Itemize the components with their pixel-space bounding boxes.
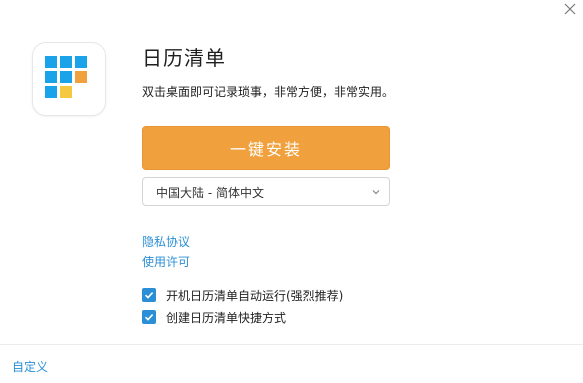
app-description: 双击桌面即可记录琐事，非常方便，非常实用。	[142, 85, 395, 99]
chevron-down-icon	[372, 190, 380, 195]
checkmark-icon	[144, 314, 154, 321]
app-title: 日历清单	[142, 46, 226, 70]
shortcut-option: 创建日历清单快捷方式	[142, 309, 286, 325]
checkmark-icon	[144, 292, 154, 299]
footer-divider	[0, 344, 583, 345]
privacy-link[interactable]: 隐私协议	[142, 233, 190, 250]
autostart-label[interactable]: 开机日历清单自动运行(强烈推荐)	[166, 287, 343, 304]
license-link[interactable]: 使用许可	[142, 253, 190, 270]
region-language-select[interactable]: 中国大陆 - 简体中文	[142, 177, 390, 206]
region-language-value: 中国大陆 - 简体中文	[156, 186, 264, 200]
shortcut-checkbox[interactable]	[142, 310, 156, 324]
close-button[interactable]	[559, 0, 581, 18]
customize-link[interactable]: 自定义	[12, 358, 48, 375]
shortcut-label[interactable]: 创建日历清单快捷方式	[166, 309, 286, 326]
install-button[interactable]: 一键安装	[142, 126, 390, 170]
autostart-option: 开机日历清单自动运行(强烈推荐)	[142, 287, 343, 303]
calendar-grid-icon	[45, 56, 87, 98]
close-icon	[564, 3, 576, 15]
app-icon	[32, 42, 106, 116]
autostart-checkbox[interactable]	[142, 288, 156, 302]
